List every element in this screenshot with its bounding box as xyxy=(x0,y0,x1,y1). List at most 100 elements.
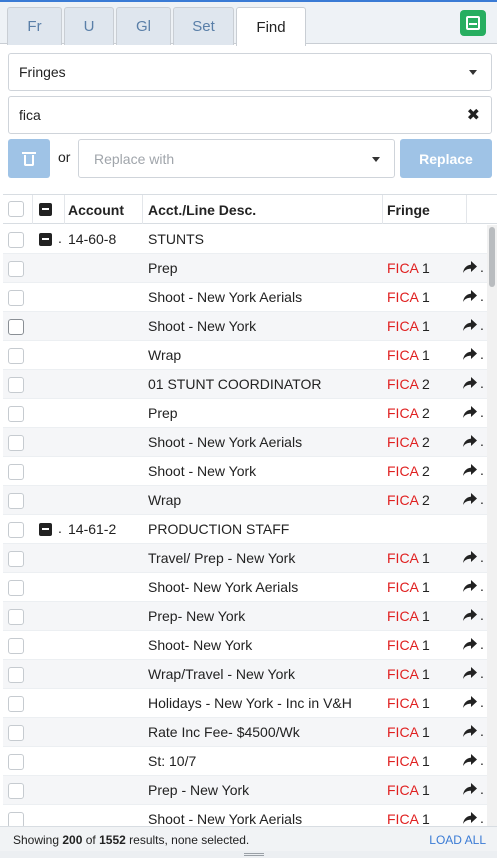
row-checkbox[interactable] xyxy=(8,696,24,712)
row-checkbox[interactable] xyxy=(8,348,24,364)
row-menu-icon[interactable]: . xyxy=(480,288,484,304)
tab-sets[interactable]: Set xyxy=(173,7,234,45)
row-checkbox[interactable] xyxy=(8,464,24,480)
row-menu-icon[interactable]: . xyxy=(480,607,484,623)
share-icon[interactable] xyxy=(462,433,478,449)
table-row[interactable]: Shoot- New York Aerials FICA 1. xyxy=(3,573,487,602)
share-icon[interactable] xyxy=(462,665,478,681)
close-icon[interactable]: ✖ xyxy=(467,105,480,125)
row-menu-icon[interactable]: . xyxy=(480,810,484,826)
row-menu-icon[interactable]: . xyxy=(480,752,484,768)
header-account[interactable]: Account xyxy=(65,195,143,224)
collapse-icon[interactable] xyxy=(39,523,52,536)
row-menu-icon[interactable]: . xyxy=(480,317,484,333)
panel-toggle-button[interactable] xyxy=(460,10,486,36)
row-menu-icon[interactable]: . xyxy=(480,694,484,710)
row-menu-icon[interactable]: . xyxy=(480,549,484,565)
row-checkbox[interactable] xyxy=(8,435,24,451)
share-icon[interactable] xyxy=(462,578,478,594)
table-row[interactable]: Prep- New York FICA 1. xyxy=(3,602,487,631)
row-checkbox[interactable] xyxy=(8,754,24,770)
row-checkbox[interactable] xyxy=(8,638,24,654)
row-checkbox[interactable] xyxy=(8,725,24,741)
share-icon[interactable] xyxy=(462,549,478,565)
share-icon[interactable] xyxy=(462,288,478,304)
row-menu-icon[interactable]: . xyxy=(480,636,484,652)
table-row[interactable]: Wrap/Travel - New York FICA 1. xyxy=(3,660,487,689)
table-row[interactable]: Shoot - New York Aerials FICA 1. xyxy=(3,283,487,312)
table-row[interactable]: Prep - New York FICA 1. xyxy=(3,776,487,805)
row-menu-icon[interactable]: . xyxy=(480,433,484,449)
row-checkbox[interactable] xyxy=(8,812,24,826)
table-row[interactable]: Shoot - New York FICA 2. xyxy=(3,457,487,486)
table-row[interactable]: Wrap FICA 1. xyxy=(3,341,487,370)
tab-globals[interactable]: Gl xyxy=(116,7,171,45)
row-menu-icon[interactable]: . xyxy=(480,346,484,362)
row-checkbox[interactable] xyxy=(8,261,24,277)
table-row[interactable]: Prep FICA 1. xyxy=(3,254,487,283)
collapse-all-icon[interactable] xyxy=(39,203,52,216)
search-type-select[interactable]: Fringes xyxy=(8,53,492,91)
table-row[interactable]: St: 10/7 FICA 1. xyxy=(3,747,487,776)
row-checkbox[interactable] xyxy=(8,667,24,683)
share-icon[interactable] xyxy=(462,636,478,652)
share-icon[interactable] xyxy=(462,404,478,420)
table-row[interactable]: Shoot - New York Aerials FICA 1. xyxy=(3,805,487,826)
row-checkbox[interactable] xyxy=(8,319,24,335)
share-icon[interactable] xyxy=(462,781,478,797)
header-fringe[interactable]: Fringe xyxy=(383,195,467,224)
row-checkbox[interactable] xyxy=(8,232,24,248)
group-row[interactable]: . 14-61-2 PRODUCTION STAFF xyxy=(3,515,487,544)
share-icon[interactable] xyxy=(462,752,478,768)
tab-fringes[interactable]: Fr xyxy=(7,7,62,45)
row-menu-icon[interactable]: . xyxy=(58,520,62,536)
share-icon[interactable] xyxy=(462,694,478,710)
share-icon[interactable] xyxy=(462,375,478,391)
scrollbar-thumb[interactable] xyxy=(489,227,495,287)
row-menu-icon[interactable]: . xyxy=(480,404,484,420)
table-row[interactable]: Rate Inc Fee- $4500/Wk FICA 1. xyxy=(3,718,487,747)
row-menu-icon[interactable]: . xyxy=(480,665,484,681)
vertical-scrollbar[interactable] xyxy=(487,225,497,826)
search-input[interactable]: fica ✖ xyxy=(8,96,492,134)
group-row[interactable]: . 14-60-8 STUNTS xyxy=(3,225,487,254)
row-checkbox[interactable] xyxy=(8,406,24,422)
table-row[interactable]: 01 STUNT COORDINATOR FICA 2. xyxy=(3,370,487,399)
row-checkbox[interactable] xyxy=(8,290,24,306)
share-icon[interactable] xyxy=(462,810,478,826)
table-row[interactable]: Shoot- New York FICA 1. xyxy=(3,631,487,660)
share-icon[interactable] xyxy=(462,723,478,739)
tab-find[interactable]: Find xyxy=(236,7,306,46)
row-menu-icon[interactable]: . xyxy=(480,578,484,594)
replace-button[interactable]: Replace xyxy=(400,139,492,178)
collapse-icon[interactable] xyxy=(39,233,52,246)
share-icon[interactable] xyxy=(462,491,478,507)
table-row[interactable]: Shoot - New York Aerials FICA 2. xyxy=(3,428,487,457)
table-row[interactable]: Travel/ Prep - New York FICA 1. xyxy=(3,544,487,573)
row-checkbox[interactable] xyxy=(8,377,24,393)
row-checkbox[interactable] xyxy=(8,609,24,625)
row-menu-icon[interactable]: . xyxy=(480,781,484,797)
table-row[interactable]: Prep FICA 2. xyxy=(3,399,487,428)
share-icon[interactable] xyxy=(462,462,478,478)
header-desc[interactable]: Acct./Line Desc. xyxy=(143,195,383,224)
row-menu-icon[interactable]: . xyxy=(480,259,484,275)
table-row[interactable]: Shoot - New York FICA 1. xyxy=(3,312,487,341)
row-menu-icon[interactable]: . xyxy=(58,230,62,246)
row-checkbox[interactable] xyxy=(8,551,24,567)
row-menu-icon[interactable]: . xyxy=(480,462,484,478)
row-menu-icon[interactable]: . xyxy=(480,723,484,739)
share-icon[interactable] xyxy=(462,259,478,275)
row-menu-icon[interactable]: . xyxy=(480,491,484,507)
row-checkbox[interactable] xyxy=(8,522,24,538)
tab-units[interactable]: U xyxy=(64,7,114,45)
share-icon[interactable] xyxy=(462,317,478,333)
table-row[interactable]: Wrap FICA 2. xyxy=(3,486,487,515)
resize-handle[interactable] xyxy=(0,851,497,858)
share-icon[interactable] xyxy=(462,346,478,362)
row-checkbox[interactable] xyxy=(8,783,24,799)
share-icon[interactable] xyxy=(462,607,478,623)
replace-with-select[interactable]: Replace with xyxy=(78,139,395,178)
row-menu-icon[interactable]: . xyxy=(480,375,484,391)
delete-button[interactable] xyxy=(8,139,50,178)
